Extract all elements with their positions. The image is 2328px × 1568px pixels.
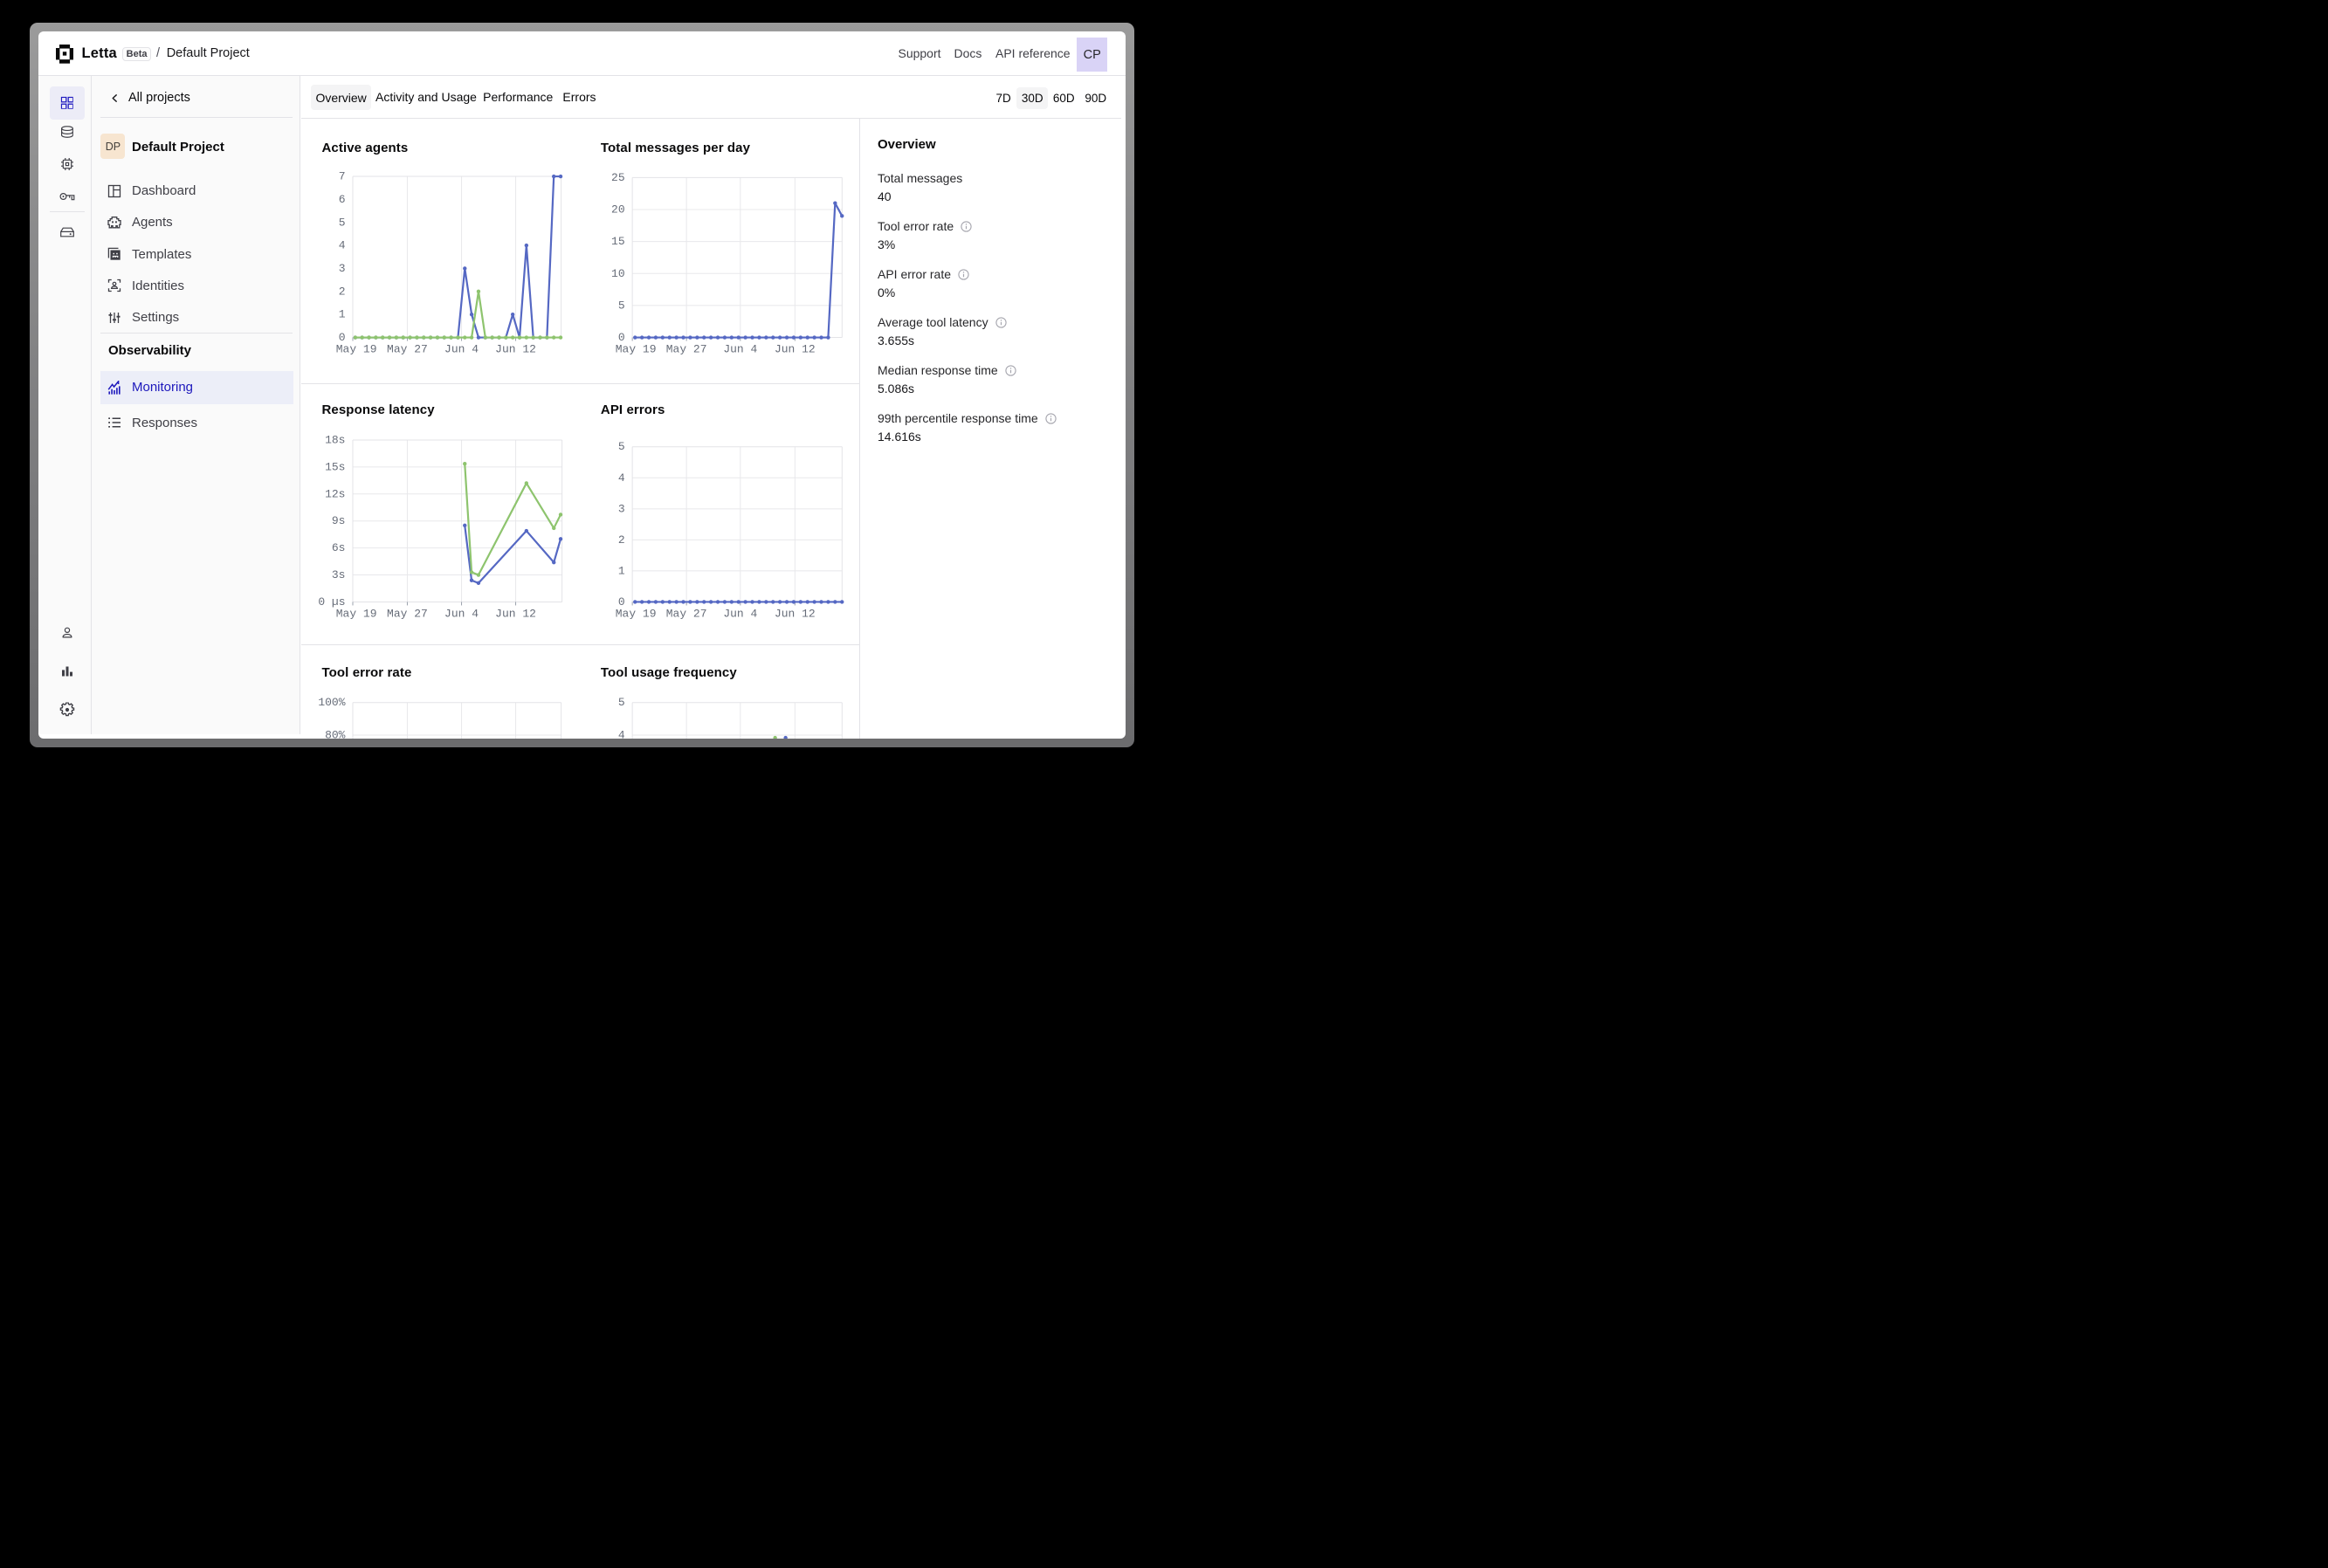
svg-text:0 µs: 0 µs: [319, 595, 346, 609]
svg-text:May 19: May 19: [616, 342, 657, 355]
svg-text:0: 0: [618, 331, 625, 344]
svg-text:May 19: May 19: [616, 607, 657, 620]
svg-text:100%: 100%: [319, 696, 346, 709]
svg-text:5: 5: [618, 440, 625, 453]
svg-text:Jun 4: Jun 4: [444, 607, 479, 620]
svg-text:0: 0: [339, 331, 346, 344]
svg-text:12s: 12s: [325, 487, 345, 500]
svg-text:3s: 3s: [332, 568, 346, 581]
svg-text:0: 0: [618, 595, 625, 609]
svg-text:May 27: May 27: [387, 607, 428, 620]
svg-text:Jun 12: Jun 12: [496, 607, 537, 620]
svg-text:15s: 15s: [325, 460, 345, 473]
svg-text:3: 3: [618, 502, 625, 515]
svg-text:May 27: May 27: [387, 342, 428, 355]
svg-text:5: 5: [339, 216, 346, 229]
svg-text:2: 2: [339, 285, 346, 298]
svg-text:4: 4: [618, 728, 625, 739]
svg-text:Jun 4: Jun 4: [444, 342, 479, 355]
svg-text:18s: 18s: [325, 433, 345, 446]
svg-text:5: 5: [618, 696, 625, 709]
svg-text:May 27: May 27: [666, 607, 707, 620]
svg-text:1: 1: [618, 564, 625, 577]
svg-text:20: 20: [611, 203, 625, 216]
svg-text:7: 7: [339, 169, 346, 182]
svg-text:6s: 6s: [332, 541, 346, 554]
svg-text:1: 1: [339, 308, 346, 321]
svg-text:5: 5: [618, 299, 625, 312]
svg-text:May 27: May 27: [666, 342, 707, 355]
svg-text:Jun 12: Jun 12: [775, 607, 816, 620]
svg-text:6: 6: [339, 193, 346, 206]
svg-text:May 19: May 19: [336, 342, 377, 355]
svg-text:May 19: May 19: [336, 607, 377, 620]
svg-text:Jun 12: Jun 12: [496, 342, 537, 355]
svg-text:25: 25: [611, 171, 625, 184]
svg-text:Jun 4: Jun 4: [724, 607, 758, 620]
svg-text:4: 4: [339, 239, 346, 252]
svg-text:15: 15: [611, 235, 625, 248]
svg-text:9s: 9s: [332, 514, 346, 527]
svg-text:80%: 80%: [325, 728, 346, 739]
svg-text:Jun 4: Jun 4: [724, 342, 758, 355]
svg-text:10: 10: [611, 267, 625, 280]
svg-text:3: 3: [339, 262, 346, 275]
svg-text:Jun 12: Jun 12: [775, 342, 816, 355]
svg-text:4: 4: [618, 471, 625, 485]
svg-text:2: 2: [618, 533, 625, 547]
